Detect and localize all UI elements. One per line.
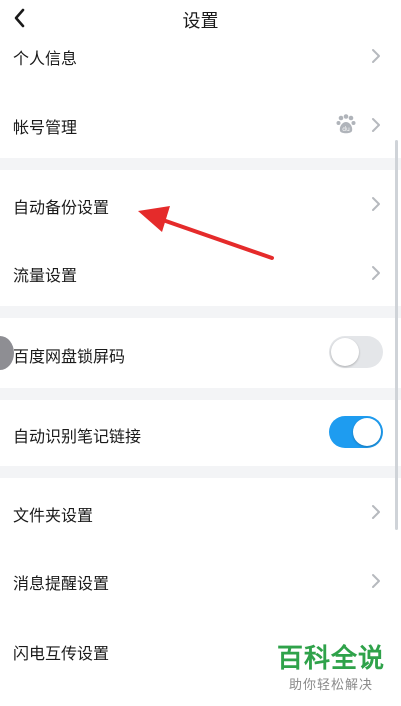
watermark-logo: 百科全说 助你轻松解决 <box>277 644 385 693</box>
section-divider <box>0 388 401 400</box>
settings-row-lock-code: 百度网盘锁屏码 <box>0 318 401 388</box>
note-link-toggle[interactable] <box>329 416 383 448</box>
toggle-knob <box>353 418 381 446</box>
row-label-folder: 文件夹设置 <box>13 506 94 525</box>
settings-row-personal-info[interactable]: 个人信息 <box>0 36 401 86</box>
settings-row-folder[interactable]: 文件夹设置 <box>0 478 401 546</box>
row-label-notify: 消息提醒设置 <box>13 574 110 593</box>
settings-row-note-link: 自动识别笔记链接 <box>0 400 401 466</box>
header-bar: 设置 <box>0 0 401 36</box>
lock-code-toggle[interactable] <box>329 336 383 368</box>
watermark-subtitle: 助你轻松解决 <box>288 678 373 693</box>
watermark-title: 百科全说 <box>276 644 385 674</box>
baidu-paw-icon: du <box>336 114 356 134</box>
section-divider <box>0 466 401 478</box>
row-label-lock-code: 百度网盘锁屏码 <box>13 347 126 366</box>
row-label-personal-info: 个人信息 <box>13 49 78 68</box>
chevron-right-icon <box>372 505 380 519</box>
chevron-right-icon <box>372 574 380 588</box>
chevron-right-icon <box>372 266 380 280</box>
row-label-flash-transfer: 闪电互传设置 <box>13 644 110 663</box>
chevron-right-icon <box>372 197 380 211</box>
section-divider <box>0 158 401 170</box>
settings-row-auto-backup[interactable]: 自动备份设置 <box>0 170 401 238</box>
settings-row-traffic[interactable]: 流量设置 <box>0 238 401 306</box>
page-title: 设置 <box>182 11 219 32</box>
scrollbar[interactable] <box>395 140 398 530</box>
chevron-right-icon <box>372 49 380 63</box>
section-divider <box>0 306 401 318</box>
row-label-traffic: 流量设置 <box>13 266 78 285</box>
row-label-account: 帐号管理 <box>13 118 78 137</box>
toggle-knob <box>331 338 359 366</box>
row-label-auto-backup: 自动备份设置 <box>13 198 110 217</box>
settings-row-notify[interactable]: 消息提醒设置 <box>0 546 401 614</box>
svg-text:du: du <box>342 126 350 133</box>
row-label-note-link: 自动识别笔记链接 <box>13 427 142 446</box>
chevron-right-icon <box>372 118 380 132</box>
